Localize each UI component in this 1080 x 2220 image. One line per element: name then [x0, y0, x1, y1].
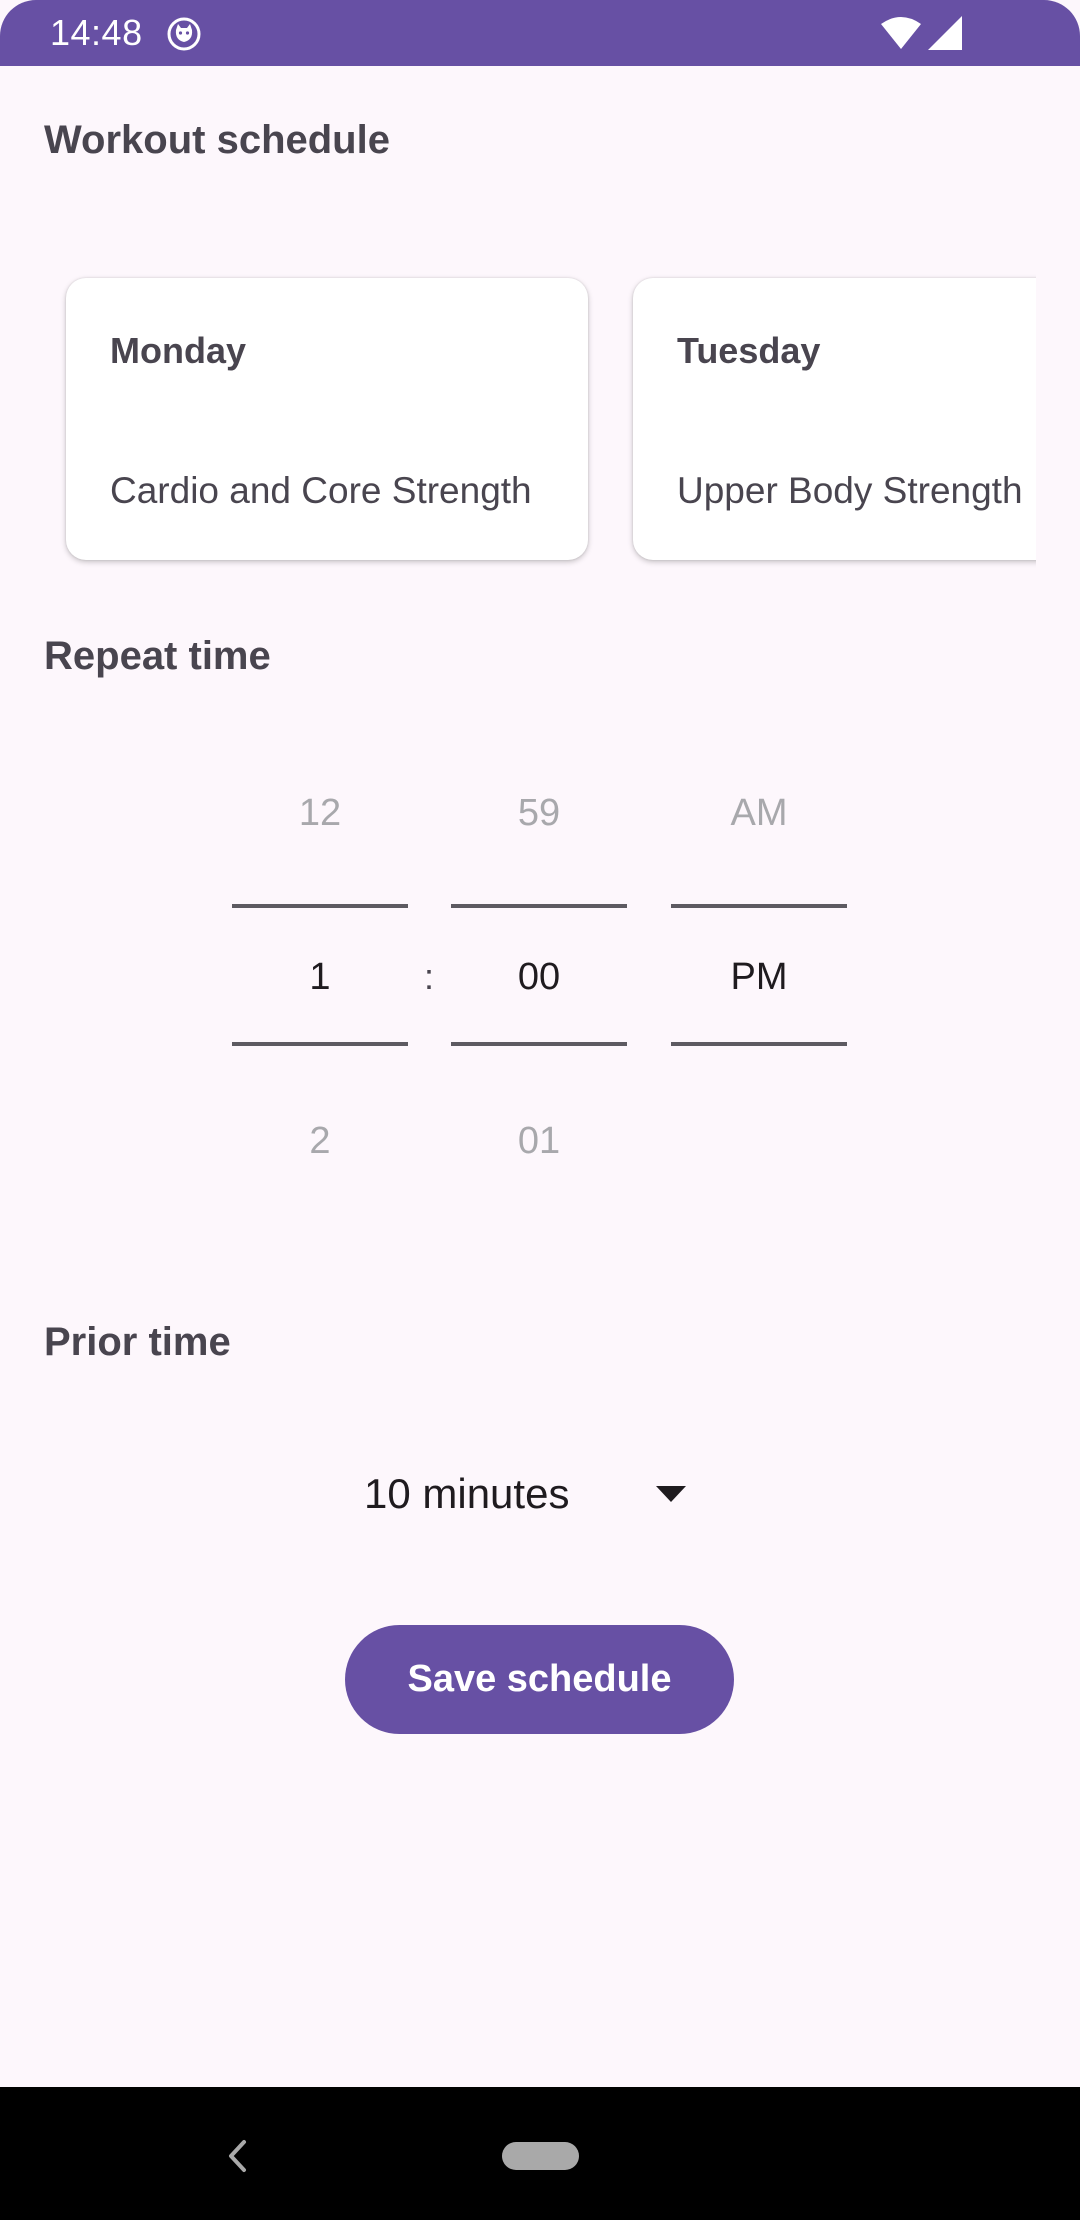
picker-divider — [232, 1042, 408, 1046]
day-card-monday[interactable]: Monday Cardio and Core Strength — [66, 278, 588, 560]
workout-schedule-title: Workout schedule — [44, 118, 390, 162]
card-day: Tuesday — [677, 330, 821, 371]
minute-next[interactable]: 01 — [451, 1120, 627, 1163]
period-prev[interactable]: AM — [671, 792, 847, 835]
minute-selected[interactable]: 00 — [451, 956, 627, 999]
picker-divider — [232, 904, 408, 908]
minute-picker[interactable]: 59 00 01 — [451, 780, 627, 1180]
save-schedule-button[interactable]: Save schedule — [345, 1625, 734, 1734]
card-day: Monday — [110, 330, 247, 371]
period-picker[interactable]: AM PM — [671, 780, 847, 1180]
hour-prev[interactable]: 12 — [232, 792, 408, 835]
time-separator: : — [424, 956, 435, 997]
prior-time-title: Prior time — [44, 1320, 231, 1364]
home-pill[interactable] — [502, 2142, 579, 2170]
screen: 14:48 Workout schedule Monday Cardio and… — [0, 0, 1080, 2220]
dropdown-arrow-icon[interactable] — [656, 1486, 686, 1504]
wifi-icon — [881, 17, 921, 49]
card-description: Upper Body Strength — [677, 470, 1023, 511]
hour-next[interactable]: 2 — [232, 1120, 408, 1163]
signal-icon — [928, 16, 962, 50]
picker-divider — [451, 904, 627, 908]
picker-divider — [671, 1042, 847, 1046]
period-selected[interactable]: PM — [671, 956, 847, 999]
repeat-time-title: Repeat time — [44, 634, 271, 678]
schedule-carousel[interactable]: Monday Cardio and Core Strength Tuesday … — [0, 262, 1036, 582]
back-icon[interactable] — [224, 2139, 252, 2173]
prior-time-dropdown[interactable]: 10 minutes — [340, 1460, 720, 1530]
hour-picker[interactable]: 12 1 2 — [232, 780, 408, 1180]
hour-selected[interactable]: 1 — [232, 956, 408, 999]
minute-prev[interactable]: 59 — [451, 792, 627, 835]
navigation-bar — [0, 2087, 1080, 2220]
card-description: Cardio and Core Strength — [110, 470, 532, 511]
status-bar: 14:48 — [0, 0, 1080, 66]
prior-time-value: 10 minutes — [364, 1470, 570, 1517]
status-time: 14:48 — [50, 12, 143, 53]
day-card-tuesday[interactable]: Tuesday Upper Body Strength — [633, 278, 1036, 560]
picker-divider — [671, 904, 847, 908]
picker-divider — [451, 1042, 627, 1046]
cat-icon — [167, 17, 201, 51]
